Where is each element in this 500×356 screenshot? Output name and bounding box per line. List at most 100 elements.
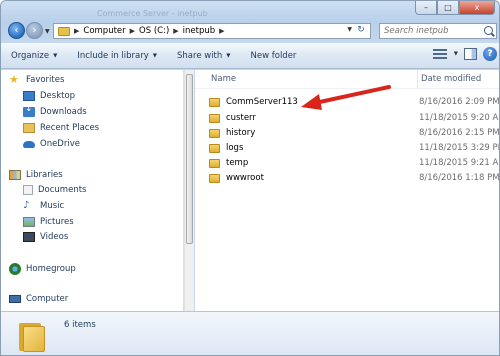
nav-libraries[interactable]: Libraries	[9, 170, 63, 180]
nav-pictures-label: Pictures	[40, 217, 74, 227]
command-bar: Organize ▼ Include in library ▼ Share wi…	[1, 43, 499, 69]
scrollbar-thumb[interactable]	[186, 74, 193, 244]
search-box[interactable]	[379, 23, 497, 39]
preview-pane-icon[interactable]	[464, 48, 477, 60]
file-row[interactable]: wwwroot 8/16/2016 1:18 PM	[209, 170, 499, 186]
file-row[interactable]: custerr 11/18/2015 9:20 AM	[209, 110, 499, 126]
recent-places-icon	[23, 123, 35, 133]
maximize-button[interactable]: □	[437, 1, 459, 15]
nav-music[interactable]: ♪ Music	[23, 200, 65, 212]
explorer-window: Commerce Server - inetpub – □ x ‹ › ▼ ▶ …	[0, 0, 500, 356]
details-pane: 6 items	[1, 311, 499, 355]
file-row[interactable]: logs 11/18/2015 3:29 PM	[209, 140, 499, 156]
file-row[interactable]: temp 11/18/2015 9:21 AM	[209, 155, 499, 171]
column-header-date-modified[interactable]: Date modified	[417, 70, 481, 88]
file-name: temp	[226, 158, 249, 168]
nav-documents[interactable]: Documents	[23, 185, 86, 195]
breadcrumb-separator-icon[interactable]: ▶	[173, 27, 178, 35]
nav-downloads[interactable]: Downloads	[23, 104, 87, 117]
change-view-icon[interactable]	[432, 48, 448, 60]
breadcrumb-os-drive[interactable]: OS (C:)	[139, 26, 169, 36]
chevron-down-icon: ▼	[152, 52, 158, 59]
nav-documents-label: Documents	[38, 185, 87, 195]
search-input[interactable]	[380, 24, 480, 38]
nav-favorites[interactable]: ★ Favorites	[9, 73, 65, 86]
search-icon[interactable]	[484, 26, 493, 35]
folder-icon	[209, 128, 220, 138]
breadcrumb-separator-icon[interactable]: ▶	[219, 27, 224, 35]
file-date: 8/16/2016 2:09 PM	[419, 97, 500, 107]
nav-homegroup-label: Homegroup	[26, 264, 76, 274]
view-controls: ▼ ?	[432, 47, 497, 61]
downloads-icon	[23, 104, 35, 117]
cloud-icon	[23, 140, 35, 148]
nav-desktop-label: Desktop	[40, 91, 76, 101]
music-icon: ♪	[23, 200, 30, 211]
nav-computer[interactable]: Computer	[9, 294, 68, 304]
address-bar[interactable]: ▶ Computer ▶ OS (C:) ▶ inetpub ▶ ▼ ↻	[53, 23, 371, 39]
nav-homegroup[interactable]: Homegroup	[9, 263, 76, 275]
folder-icon	[58, 26, 70, 36]
back-button[interactable]: ‹	[8, 22, 25, 39]
libraries-icon	[9, 170, 21, 180]
breadcrumb-separator-icon[interactable]: ▶	[74, 27, 79, 35]
homegroup-icon	[9, 263, 21, 275]
folder-icon	[209, 113, 220, 123]
breadcrumb-inetpub[interactable]: inetpub	[183, 26, 216, 36]
new-folder-button[interactable]: New folder	[241, 45, 307, 67]
folder-icon	[19, 320, 45, 352]
nav-pictures[interactable]: Pictures	[23, 217, 74, 227]
close-button[interactable]: x	[459, 1, 495, 15]
pictures-icon	[23, 217, 35, 227]
nav-desktop[interactable]: Desktop	[23, 91, 75, 101]
chevron-down-icon: ▼	[226, 52, 231, 59]
nav-videos[interactable]: Videos	[23, 232, 68, 242]
file-date: 8/16/2016 1:18 PM	[419, 173, 500, 183]
file-date: 11/18/2015 9:21 AM	[419, 158, 500, 168]
nav-onedrive[interactable]: OneDrive	[23, 139, 80, 149]
file-name: history	[226, 128, 256, 138]
include-in-library-label: Include in library	[77, 50, 149, 61]
breadcrumb-separator-icon[interactable]: ▶	[130, 27, 135, 35]
desktop-icon	[23, 91, 35, 101]
organize-button[interactable]: Organize ▼	[1, 45, 67, 67]
file-row[interactable]: history 8/16/2016 2:15 PM	[209, 125, 499, 141]
nav-favorites-label: Favorites	[26, 75, 65, 85]
window-title: Commerce Server - inetpub	[97, 9, 208, 18]
file-date: 11/18/2015 9:20 AM	[419, 113, 500, 123]
minimize-button[interactable]: –	[415, 1, 437, 15]
red-annotation-arrow	[301, 85, 391, 110]
star-icon: ★	[9, 73, 19, 86]
item-count: 6 items	[64, 320, 96, 330]
help-icon[interactable]: ?	[483, 47, 497, 61]
breadcrumb-computer[interactable]: Computer	[83, 26, 125, 36]
share-with-button[interactable]: Share with ▼	[167, 45, 241, 67]
window-controls: – □ x	[415, 1, 495, 15]
nav-downloads-label: Downloads	[40, 107, 87, 117]
refresh-icon[interactable]: ↻	[354, 25, 368, 37]
videos-icon	[23, 232, 35, 242]
organize-label: Organize	[11, 50, 50, 61]
nav-music-label: Music	[40, 201, 65, 211]
view-options-dropdown-icon[interactable]: ▼	[454, 51, 458, 57]
folder-icon	[209, 97, 220, 107]
address-dropdown-icon[interactable]: ▼	[347, 26, 352, 33]
file-name: custerr	[226, 113, 256, 123]
nav-computer-label: Computer	[26, 294, 69, 304]
chevron-down-icon: ▼	[53, 52, 58, 59]
file-date: 8/16/2016 2:15 PM	[419, 128, 500, 138]
navigation-pane: ★ Favorites Desktop Downloads Recent Pla…	[1, 70, 184, 311]
folder-icon	[209, 173, 220, 183]
title-bar: Commerce Server - inetpub – □ x ‹ › ▼ ▶ …	[1, 1, 499, 41]
nav-libraries-label: Libraries	[26, 170, 63, 180]
recent-pages-dropdown-icon[interactable]: ▼	[45, 28, 50, 35]
forward-button[interactable]: ›	[26, 22, 43, 39]
include-in-library-button[interactable]: Include in library ▼	[67, 45, 167, 67]
share-with-label: Share with	[177, 50, 223, 61]
nav-onedrive-label: OneDrive	[40, 139, 80, 149]
navigation-scrollbar[interactable]	[184, 70, 194, 311]
column-header-name[interactable]: Name	[211, 70, 236, 88]
nav-recent-places[interactable]: Recent Places	[23, 123, 99, 133]
folder-icon	[209, 158, 220, 168]
nav-recent-places-label: Recent Places	[40, 123, 100, 133]
